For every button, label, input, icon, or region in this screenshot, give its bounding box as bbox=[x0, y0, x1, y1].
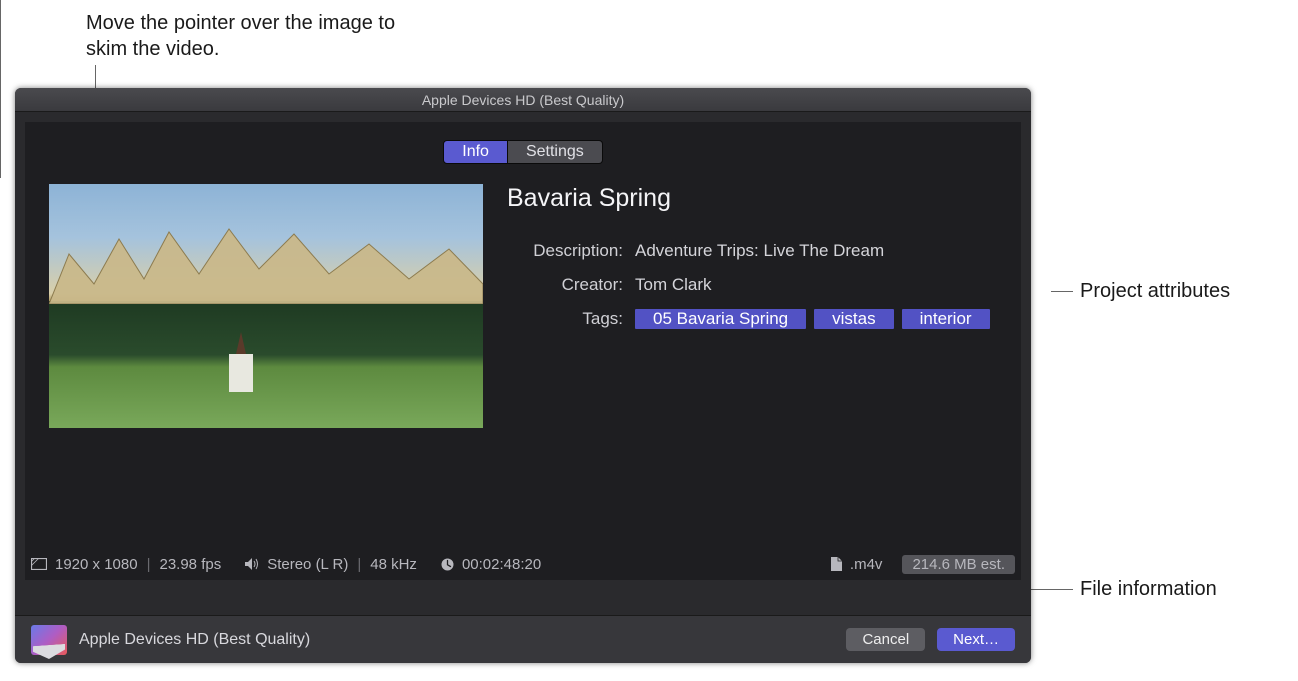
callout-skim-text: Move the pointer over the image to skim … bbox=[86, 10, 406, 62]
callout-line bbox=[1051, 291, 1073, 292]
status-resolution: 1920 x 1080 bbox=[55, 556, 138, 573]
tab-bar: Info Settings bbox=[49, 140, 997, 164]
row-description: Description: Adventure Trips: Live The D… bbox=[507, 241, 997, 261]
divider: | bbox=[147, 556, 151, 573]
status-fps: 23.98 fps bbox=[159, 556, 221, 573]
tag-pill[interactable]: 05 Bavaria Spring bbox=[635, 309, 806, 329]
project-title[interactable]: Bavaria Spring bbox=[507, 184, 997, 213]
divider: | bbox=[357, 556, 361, 573]
row-creator: Creator: Tom Clark bbox=[507, 275, 997, 295]
export-dialog-window: Apple Devices HD (Best Quality) Info Set… bbox=[15, 88, 1031, 663]
dialog-footer: Apple Devices HD (Best Quality) Cancel N… bbox=[15, 615, 1031, 663]
status-extension: .m4v bbox=[850, 556, 883, 573]
tab-info[interactable]: Info bbox=[443, 140, 508, 164]
tab-settings[interactable]: Settings bbox=[508, 140, 603, 164]
callout-fileinfo-text: File information bbox=[1080, 578, 1217, 601]
callout-attributes-text: Project attributes bbox=[1080, 278, 1230, 304]
window-title: Apple Devices HD (Best Quality) bbox=[422, 92, 624, 108]
status-filesize-estimate: 214.6 MB est. bbox=[902, 555, 1015, 574]
label-description: Description: bbox=[507, 241, 635, 261]
project-attributes-panel: Bavaria Spring Description: Adventure Tr… bbox=[507, 184, 997, 428]
callout-bracket bbox=[0, 0, 1, 178]
status-sample-rate: 48 kHz bbox=[370, 556, 417, 573]
frame-icon bbox=[31, 558, 47, 570]
callout-line bbox=[1031, 589, 1073, 590]
file-icon bbox=[831, 557, 842, 571]
file-info-status-bar: 1920 x 1080 | 23.98 fps Stereo (L R) | 4… bbox=[25, 548, 1021, 580]
cancel-button[interactable]: Cancel bbox=[846, 628, 925, 651]
row-tags: Tags: 05 Bavaria Spring vistas interior bbox=[507, 309, 997, 329]
speaker-icon bbox=[245, 558, 259, 570]
church-graphic bbox=[229, 354, 253, 392]
label-creator: Creator: bbox=[507, 275, 635, 295]
value-description[interactable]: Adventure Trips: Live The Dream bbox=[635, 241, 997, 261]
next-button[interactable]: Next… bbox=[937, 628, 1015, 651]
status-audio: Stereo (L R) bbox=[267, 556, 348, 573]
preset-icon bbox=[31, 625, 67, 655]
video-thumbnail-skimmer[interactable] bbox=[49, 184, 483, 428]
tag-pill[interactable]: vistas bbox=[814, 309, 893, 329]
tag-pill[interactable]: interior bbox=[902, 309, 990, 329]
tags-container[interactable]: 05 Bavaria Spring vistas interior bbox=[635, 309, 997, 329]
status-duration: 00:02:48:20 bbox=[462, 556, 541, 573]
preset-name-label: Apple Devices HD (Best Quality) bbox=[79, 631, 310, 649]
window-titlebar: Apple Devices HD (Best Quality) bbox=[15, 88, 1031, 112]
clock-icon bbox=[441, 558, 454, 571]
label-tags: Tags: bbox=[507, 309, 635, 329]
mountain-graphic bbox=[49, 224, 483, 304]
value-creator[interactable]: Tom Clark bbox=[635, 275, 997, 295]
dialog-content: Info Settings Bavaria Spring Description… bbox=[25, 122, 1021, 580]
